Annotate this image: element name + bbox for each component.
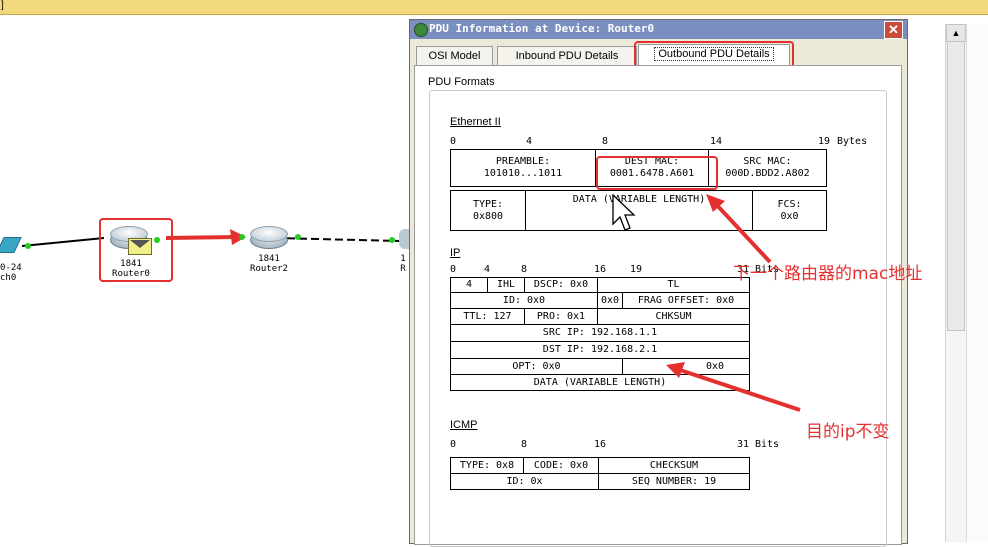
mac-annotation-text: 下一个路由器的mac地址	[733, 264, 923, 284]
arrow-shaft-mac	[712, 200, 772, 264]
scroll-up-arrow-icon[interactable]: ▲	[946, 24, 966, 42]
arrow-shaft-ip	[679, 368, 801, 412]
side-panel	[966, 24, 988, 542]
vertical-scrollbar[interactable]: ▲	[945, 24, 966, 542]
ip-annotation-text: 目的ip不变	[806, 422, 890, 442]
scroll-thumb[interactable]	[947, 41, 965, 331]
